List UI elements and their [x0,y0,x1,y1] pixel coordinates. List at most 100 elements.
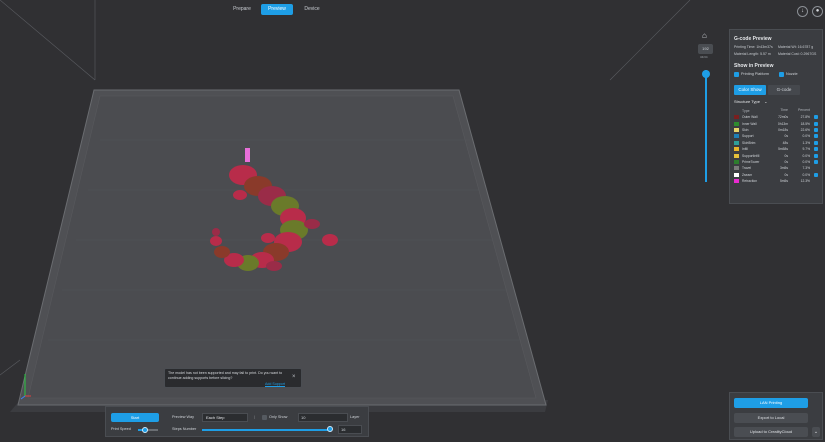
printing-platform-label: Printing Platform [741,72,770,76]
row-checkbox-cell[interactable] [810,134,818,139]
print-speed-thumb[interactable] [142,427,148,433]
row-checkbox-cell[interactable] [810,153,818,158]
tab-preview[interactable]: Preview [261,4,293,15]
row-checkbox[interactable] [814,172,818,177]
row-time: 0s [784,172,788,177]
only-show-label: Only Show [269,415,288,419]
row-type-label: Support [742,134,754,139]
row-time: 3m5s [779,166,788,171]
top-nav: Prepare Preview Device ↓ ● [0,4,825,17]
layer-slider[interactable]: ⌂ 192 34/34 [698,30,716,190]
row-type: SupportInfill [734,153,770,158]
row-time: 48s [782,140,788,145]
layer-slider-thumb[interactable] [702,70,710,78]
download-icon[interactable]: ↓ [797,6,808,17]
row-percent: 12.3% [800,179,810,184]
row-percent: 7.3% [802,166,810,171]
row-time: 0s [784,134,788,139]
row-checkbox-cell[interactable] [810,140,818,145]
home-icon[interactable]: ⌂ [702,31,711,40]
row-type: Travel [734,166,770,171]
preview-controls: Start Preview Way Each Step | Only Show … [105,406,369,437]
show-in-preview-title: Show in Preview [734,63,774,69]
export-to-local-button[interactable]: Export to Local [734,413,808,423]
row-checkbox-cell[interactable] [810,127,818,132]
panel-title: G-code Preview [734,36,772,42]
structure-table: Type Time Percent Outer Wall 72m0s 27.8%… [734,108,820,184]
steps-number-thumb[interactable] [327,426,333,432]
color-swatch [734,121,739,126]
row-checkbox-cell[interactable] [810,121,818,126]
more-options-button[interactable]: ⌄ [812,427,820,437]
user-icon[interactable]: ● [812,6,823,17]
row-checkbox[interactable] [814,153,818,158]
row-checkbox[interactable] [814,159,818,164]
color-swatch [734,159,739,164]
nozzle-checkbox[interactable] [779,72,784,77]
steps-number-input[interactable]: 16 [338,425,362,434]
upload-to-cloud-button[interactable]: Upload to CrealityCloud [734,427,808,437]
row-percent: 0.0% [802,134,810,139]
row-time: 0s [784,153,788,158]
header-type: Type [742,109,750,113]
row-type: Retraction [734,179,770,184]
tab-device[interactable]: Device [296,4,328,15]
row-percent: 0.0% [802,153,810,158]
nozzle-label: Nozzle [786,72,798,76]
add-support-link[interactable]: Add Support [265,382,285,386]
row-checkbox[interactable] [814,127,818,132]
start-button[interactable]: Start [111,413,159,422]
row-type-label: Zseam [742,172,753,177]
close-icon[interactable]: × [292,374,296,380]
preview-way-label: Preview Way [172,415,195,419]
row-checkbox[interactable] [814,121,818,126]
scene-edge-line [0,359,21,376]
lan-printing-button[interactable]: LAN Printing [734,398,808,408]
only-show-input[interactable]: 10 [298,413,348,422]
row-checkbox[interactable] [814,115,818,120]
row-checkbox-cell[interactable] [810,166,818,170]
row-checkbox[interactable] [814,134,818,139]
only-show-checkbox[interactable] [262,415,267,420]
printing-platform-checkbox[interactable] [734,72,739,77]
color-swatch [734,127,739,132]
structure-type-label: Structure Type [734,99,760,104]
color-swatch [734,166,739,171]
preview-way-select[interactable]: Each Step [202,413,248,422]
row-checkbox-cell[interactable] [810,147,818,152]
color-swatch [734,140,739,145]
support-warning-tooltip: The model has not been supported and may… [164,368,302,388]
app-window: Prepare Preview Device ↓ ● ⌂ 192 34/34 G… [0,0,825,442]
layer-label: Layer [350,415,360,419]
gcode-preview-panel: G-code Preview Printing Time: 1h43m37s M… [729,29,823,204]
row-checkbox-cell[interactable] [810,179,818,183]
row-checkbox-cell[interactable] [810,159,818,164]
axis-gizmo-icon [20,374,31,400]
row-checkbox-cell[interactable] [810,115,818,120]
tab-prepare[interactable]: Prepare [226,4,258,15]
row-type-label: Outer Wall [742,115,758,120]
print-speed-label: Print Speed [111,427,131,431]
row-type: Skin [734,127,770,132]
color-swatch [734,179,739,184]
row-percent: 0.0% [802,172,810,177]
row-checkbox[interactable] [814,179,818,183]
row-checkbox-cell[interactable] [810,172,818,177]
layer-slider-top-value: 192 [698,44,713,54]
steps-number-label: Steps Number [172,427,197,431]
layer-slider-track[interactable] [705,70,707,182]
color-show-button[interactable]: Color Show [734,85,766,95]
structure-type-dropdown[interactable]: Structure Type ⌄ [734,98,774,106]
row-type: Support [734,134,770,139]
color-swatch [734,172,739,177]
row-type-label: Inner Wall [742,121,757,126]
row-type-label: PrimeTower [742,159,760,164]
row-checkbox[interactable] [814,166,818,170]
row-checkbox[interactable] [814,147,818,152]
tooltip-text: The model has not been supported and may… [168,371,283,380]
gcode-button[interactable]: G-code [768,85,800,95]
steps-number-track[interactable] [202,429,330,431]
row-checkbox[interactable] [814,140,818,145]
row-time: 0h13m [777,121,788,126]
table-row[interactable]: Retraction 5m5s 12.3% [734,178,820,184]
